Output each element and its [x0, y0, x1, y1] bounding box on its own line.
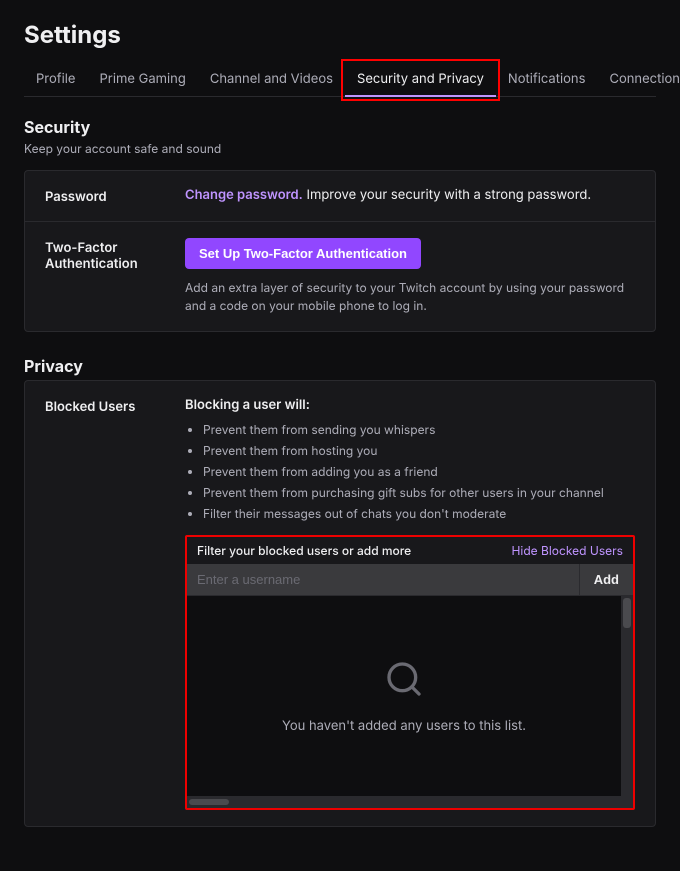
- hide-blocked-users-link[interactable]: Hide Blocked Users: [512, 543, 624, 558]
- page-title: Settings: [24, 20, 656, 49]
- filter-label: Filter your blocked users or add more: [197, 543, 411, 558]
- empty-list-wrapper: You haven't added any users to this list…: [187, 596, 633, 796]
- scroll-thumb-horizontal: [189, 799, 229, 805]
- filter-box: Filter your blocked users or add more Hi…: [185, 535, 635, 810]
- blocking-title: Blocking a user will:: [185, 397, 635, 413]
- setup-two-fa-button[interactable]: Set Up Two-Factor Authentication: [185, 238, 421, 269]
- tab-prime-gaming[interactable]: Prime Gaming: [87, 63, 197, 97]
- list-item: Prevent them from adding you as a friend: [203, 463, 635, 481]
- tab-connections[interactable]: Connections: [597, 63, 680, 97]
- empty-list-text: You haven't added any users to this list…: [282, 718, 526, 734]
- blocking-effects-list: Prevent them from sending you whispers P…: [185, 421, 635, 523]
- horizontal-scrollbar[interactable]: [187, 796, 633, 808]
- list-item: Prevent them from sending you whispers: [203, 421, 635, 439]
- password-label: Password: [45, 187, 185, 205]
- security-section-title: Security: [24, 117, 656, 137]
- password-row: Password Change password. Improve your s…: [25, 171, 655, 222]
- username-input-row: Add: [187, 564, 633, 596]
- security-section-subtitle: Keep your account safe and sound: [24, 141, 656, 156]
- tab-profile[interactable]: Profile: [24, 63, 87, 97]
- add-user-button[interactable]: Add: [579, 564, 633, 595]
- search-icon: [384, 659, 424, 708]
- vertical-scrollbar[interactable]: [621, 596, 633, 796]
- two-fa-row: Two-Factor Authentication Set Up Two-Fac…: [25, 222, 655, 331]
- settings-page: Settings Profile Prime Gaming Channel an…: [0, 0, 680, 871]
- username-input[interactable]: [187, 564, 579, 595]
- tab-notifications[interactable]: Notifications: [496, 63, 598, 97]
- tab-channel-and-videos[interactable]: Channel and Videos: [198, 63, 345, 97]
- blocked-users-label: Blocked Users: [45, 397, 185, 415]
- change-password-link[interactable]: Change password.: [185, 187, 303, 203]
- security-card: Password Change password. Improve your s…: [24, 170, 656, 332]
- privacy-section-title: Privacy: [24, 356, 656, 376]
- password-content: Change password. Improve your security w…: [185, 187, 635, 203]
- change-password-desc: Improve your security with a strong pass…: [303, 187, 591, 203]
- list-item: Prevent them from hosting you: [203, 442, 635, 460]
- two-fa-label: Two-Factor Authentication: [45, 238, 185, 272]
- list-item: Prevent them from purchasing gift subs f…: [203, 484, 635, 502]
- empty-list-area: You haven't added any users to this list…: [187, 596, 621, 796]
- blocked-users-content: Blocking a user will: Prevent them from …: [185, 397, 635, 810]
- two-fa-description: Add an extra layer of security to your T…: [185, 279, 635, 315]
- settings-nav: Profile Prime Gaming Channel and Videos …: [24, 63, 656, 97]
- tab-security-and-privacy[interactable]: Security and Privacy: [345, 63, 496, 97]
- blocked-users-row: Blocked Users Blocking a user will: Prev…: [25, 381, 655, 826]
- filter-header: Filter your blocked users or add more Hi…: [187, 537, 633, 564]
- two-fa-content: Set Up Two-Factor Authentication Add an …: [185, 238, 635, 315]
- list-item: Filter their messages out of chats you d…: [203, 505, 635, 523]
- scroll-thumb-vertical: [623, 598, 631, 628]
- privacy-card: Blocked Users Blocking a user will: Prev…: [24, 380, 656, 827]
